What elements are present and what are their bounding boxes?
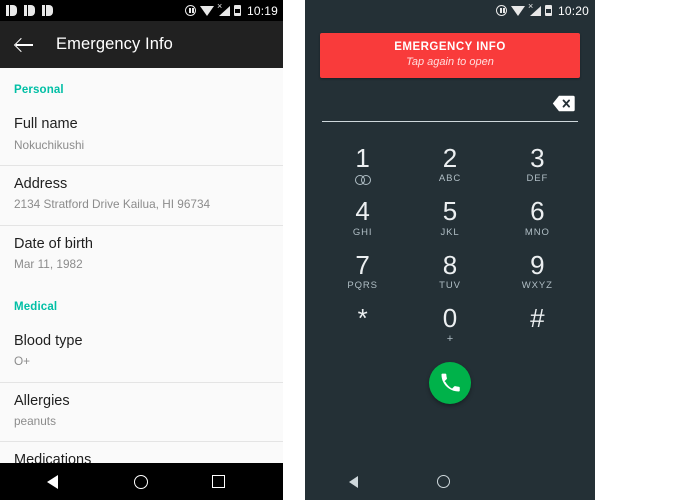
recents-square-icon[interactable] — [212, 475, 226, 488]
dialpad-key-9[interactable]: 9 WXYZ — [494, 245, 581, 298]
dialpad-key-digit: 0 — [442, 302, 458, 333]
dialpad-key-5[interactable]: 5 JKL — [406, 191, 493, 244]
signal-off-icon — [217, 2, 230, 16]
dialpad-key-4[interactable]: 4 GHI — [319, 191, 406, 244]
section-header-medical: Medical — [14, 300, 58, 313]
list-item[interactable]: Allergies peanuts — [0, 382, 283, 443]
dialpad-key-6[interactable]: 6 MNO — [494, 191, 581, 244]
screenshot-stage: 10:19 Emergency Info Personal Full name … — [0, 0, 675, 500]
dialpad-key-letters: MNO — [524, 226, 550, 238]
list-item-value: 2134 Stratford Drive Kailua, HI 96734 — [14, 197, 211, 212]
dialpad-key-letters: GHI — [352, 226, 373, 238]
dialpad-row: 4 GHI 5 JKL 6 MNO — [319, 191, 581, 244]
phone-handset-icon — [441, 373, 460, 392]
dialpad-key-digit: 3 — [530, 143, 545, 173]
emergency-info-banner-subtitle: Tap again to open — [406, 56, 494, 68]
call-button-row — [305, 362, 595, 405]
dialpad-key-1[interactable]: 1 — [319, 138, 406, 191]
list-item-label: Full name — [14, 116, 78, 132]
notification-icon — [42, 5, 53, 16]
status-bar: 10:19 — [0, 0, 283, 21]
dialpad-key-0[interactable]: 0 + — [406, 298, 493, 351]
dialpad-key-8[interactable]: 8 TUV — [406, 245, 493, 298]
dialpad-key-digit: 4 — [355, 196, 370, 227]
dialpad-key-digit: 9 — [530, 249, 545, 280]
wifi-icon — [510, 5, 525, 16]
voicemail-icon — [319, 173, 406, 186]
wifi-icon — [199, 5, 214, 16]
status-bar-clock: 10:20 — [557, 3, 589, 18]
list-item-value: peanuts — [14, 414, 56, 429]
list-item[interactable]: Blood type O+ — [0, 322, 283, 383]
app-bar: Emergency Info — [0, 21, 283, 68]
back-arrow-icon[interactable] — [14, 34, 36, 56]
status-bar-clock: 10:19 — [246, 3, 278, 18]
dialpad-key-letters: ABC — [438, 173, 462, 185]
status-bar-notifications — [6, 5, 53, 16]
dialpad-key-digit: 8 — [442, 249, 458, 280]
dialpad-key-letters: JKL — [440, 226, 460, 238]
dialpad-key-digit: * — [357, 302, 368, 333]
dialpad-key-digit: 5 — [442, 196, 458, 227]
emergency-info-list: Personal Full name Nokuchikushi Address … — [0, 68, 283, 500]
battery-icon — [233, 5, 241, 16]
emergency-info-screen: 10:19 Emergency Info Personal Full name … — [0, 0, 283, 500]
status-bar-system-icons: 10:19 — [184, 2, 278, 18]
list-item-label: Allergies — [14, 392, 70, 409]
status-bar: 10:20 — [305, 0, 595, 21]
list-item-value: Nokuchikushi — [14, 137, 85, 152]
dialpad-row: * 0 + # — [319, 298, 581, 351]
dialpad-key-digit: # — [530, 302, 545, 333]
list-item[interactable]: Date of birth Mar 11, 1982 — [0, 225, 283, 285]
system-navigation-bar — [305, 463, 595, 500]
system-navigation-bar — [0, 463, 283, 500]
home-circle-icon[interactable] — [134, 474, 149, 489]
emergency-info-banner[interactable]: EMERGENCY INFO Tap again to open — [320, 33, 580, 78]
section-header-personal: Personal — [14, 84, 64, 96]
list-item[interactable]: Full name Nokuchikushi — [0, 106, 283, 166]
do-not-disturb-icon — [184, 5, 196, 16]
list-item-label: Date of birth — [14, 235, 93, 252]
dialpad-row: 7 PQRS 8 TUV 9 WXYZ — [319, 245, 581, 298]
backspace-icon[interactable] — [552, 95, 575, 112]
emergency-info-banner-title: EMERGENCY INFO — [394, 41, 506, 53]
dialpad-key-star[interactable]: * — [319, 298, 406, 351]
dialpad-key-letters: + — [446, 333, 454, 346]
home-circle-icon[interactable] — [437, 475, 450, 488]
dialpad-key-2[interactable]: 2 ABC — [406, 138, 493, 191]
back-triangle-icon[interactable] — [46, 474, 71, 490]
dialpad-key-letters — [319, 333, 406, 344]
list-item-value: O+ — [14, 354, 31, 369]
status-bar-system-icons: 10:20 — [495, 2, 589, 18]
do-not-disturb-icon — [495, 5, 507, 16]
list-item-label: Address — [14, 175, 68, 192]
list-item-label: Blood type — [14, 332, 83, 349]
notification-icon — [6, 5, 17, 16]
dialpad-key-7[interactable]: 7 PQRS — [319, 245, 406, 298]
dialpad-key-letters: TUV — [439, 279, 461, 291]
dialpad-key-digit: 1 — [355, 143, 370, 173]
dialpad-key-letters: PQRS — [347, 279, 378, 291]
call-button[interactable] — [429, 362, 471, 405]
dialpad-key-3[interactable]: 3 DEF — [494, 138, 581, 191]
battery-icon — [544, 5, 552, 16]
number-entry-underline — [322, 121, 578, 122]
signal-off-icon — [528, 2, 541, 16]
dialpad-key-letters: WXYZ — [521, 279, 553, 291]
list-item[interactable]: Address 2134 Stratford Drive Kailua, HI … — [0, 165, 283, 226]
list-item-value: Mar 11, 1982 — [14, 257, 83, 272]
dialpad-key-digit: 7 — [355, 249, 370, 280]
dialpad-key-digit: 2 — [442, 143, 458, 173]
dialpad-key-letters: DEF — [526, 173, 549, 185]
dialpad-key-hash[interactable]: # — [494, 298, 581, 351]
emergency-dialer-screen: 10:20 EMERGENCY INFO Tap again to open 1 — [305, 0, 595, 500]
dialpad: 1 2 ABC 3 DEF 4 GHI 5 JKL 6 MNO 7 PQRS 8… — [305, 138, 595, 351]
dialpad-row: 1 2 ABC 3 DEF — [319, 138, 581, 191]
notification-icon — [24, 5, 35, 16]
number-entry-row — [305, 78, 595, 112]
page-title: Emergency Info — [56, 35, 173, 53]
dialpad-key-letters — [494, 333, 581, 344]
dialpad-key-digit: 6 — [530, 196, 545, 227]
back-triangle-icon[interactable] — [349, 475, 369, 489]
